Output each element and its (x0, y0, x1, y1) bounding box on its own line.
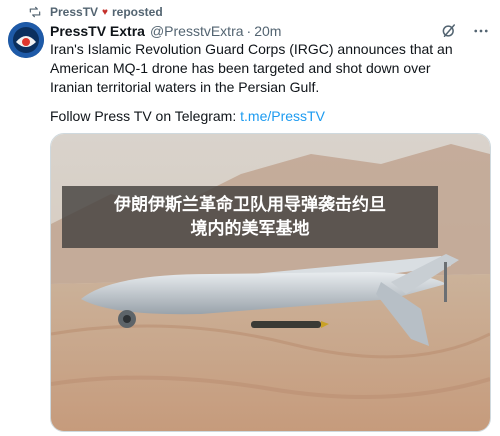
telegram-link[interactable]: t.me/PressTV (240, 108, 325, 124)
user-handle[interactable]: @PresstvExtra (150, 23, 244, 39)
repost-label: reposted (111, 5, 163, 19)
post-time[interactable]: 20m (254, 23, 281, 39)
heart-icon: ♥ (102, 6, 108, 18)
display-name[interactable]: PressTV Extra (50, 23, 145, 39)
repost-indicator: PressTV ♥ reposted (28, 4, 163, 20)
repost-user[interactable]: PressTV (50, 5, 98, 19)
follow-line: Follow Press TV on Telegram: t.me/PressT… (50, 108, 325, 124)
drone-photo (51, 134, 490, 431)
grok-icon[interactable] (440, 22, 458, 40)
separator: · (246, 23, 252, 39)
more-icon[interactable] (472, 22, 490, 40)
follow-prefix: Follow Press TV on Telegram: (50, 108, 241, 124)
caption-line-1: 伊朗伊斯兰革命卫队用导弹袭击约旦 (114, 195, 386, 215)
presstv-logo (8, 22, 44, 58)
post-text: Iran's Islamic Revolution Guard Corps (I… (50, 41, 453, 95)
caption-overlay: 伊朗伊斯兰革命卫队用导弹袭击约旦 境内的美军基地 (62, 186, 438, 248)
caption-line-2: 境内的美军基地 (190, 219, 310, 239)
post-media[interactable] (50, 133, 491, 432)
header-actions (440, 22, 490, 40)
avatar[interactable] (8, 22, 44, 58)
post-header: PressTV Extra @PresstvExtra · 20m (50, 21, 490, 41)
repost-icon (29, 6, 41, 18)
